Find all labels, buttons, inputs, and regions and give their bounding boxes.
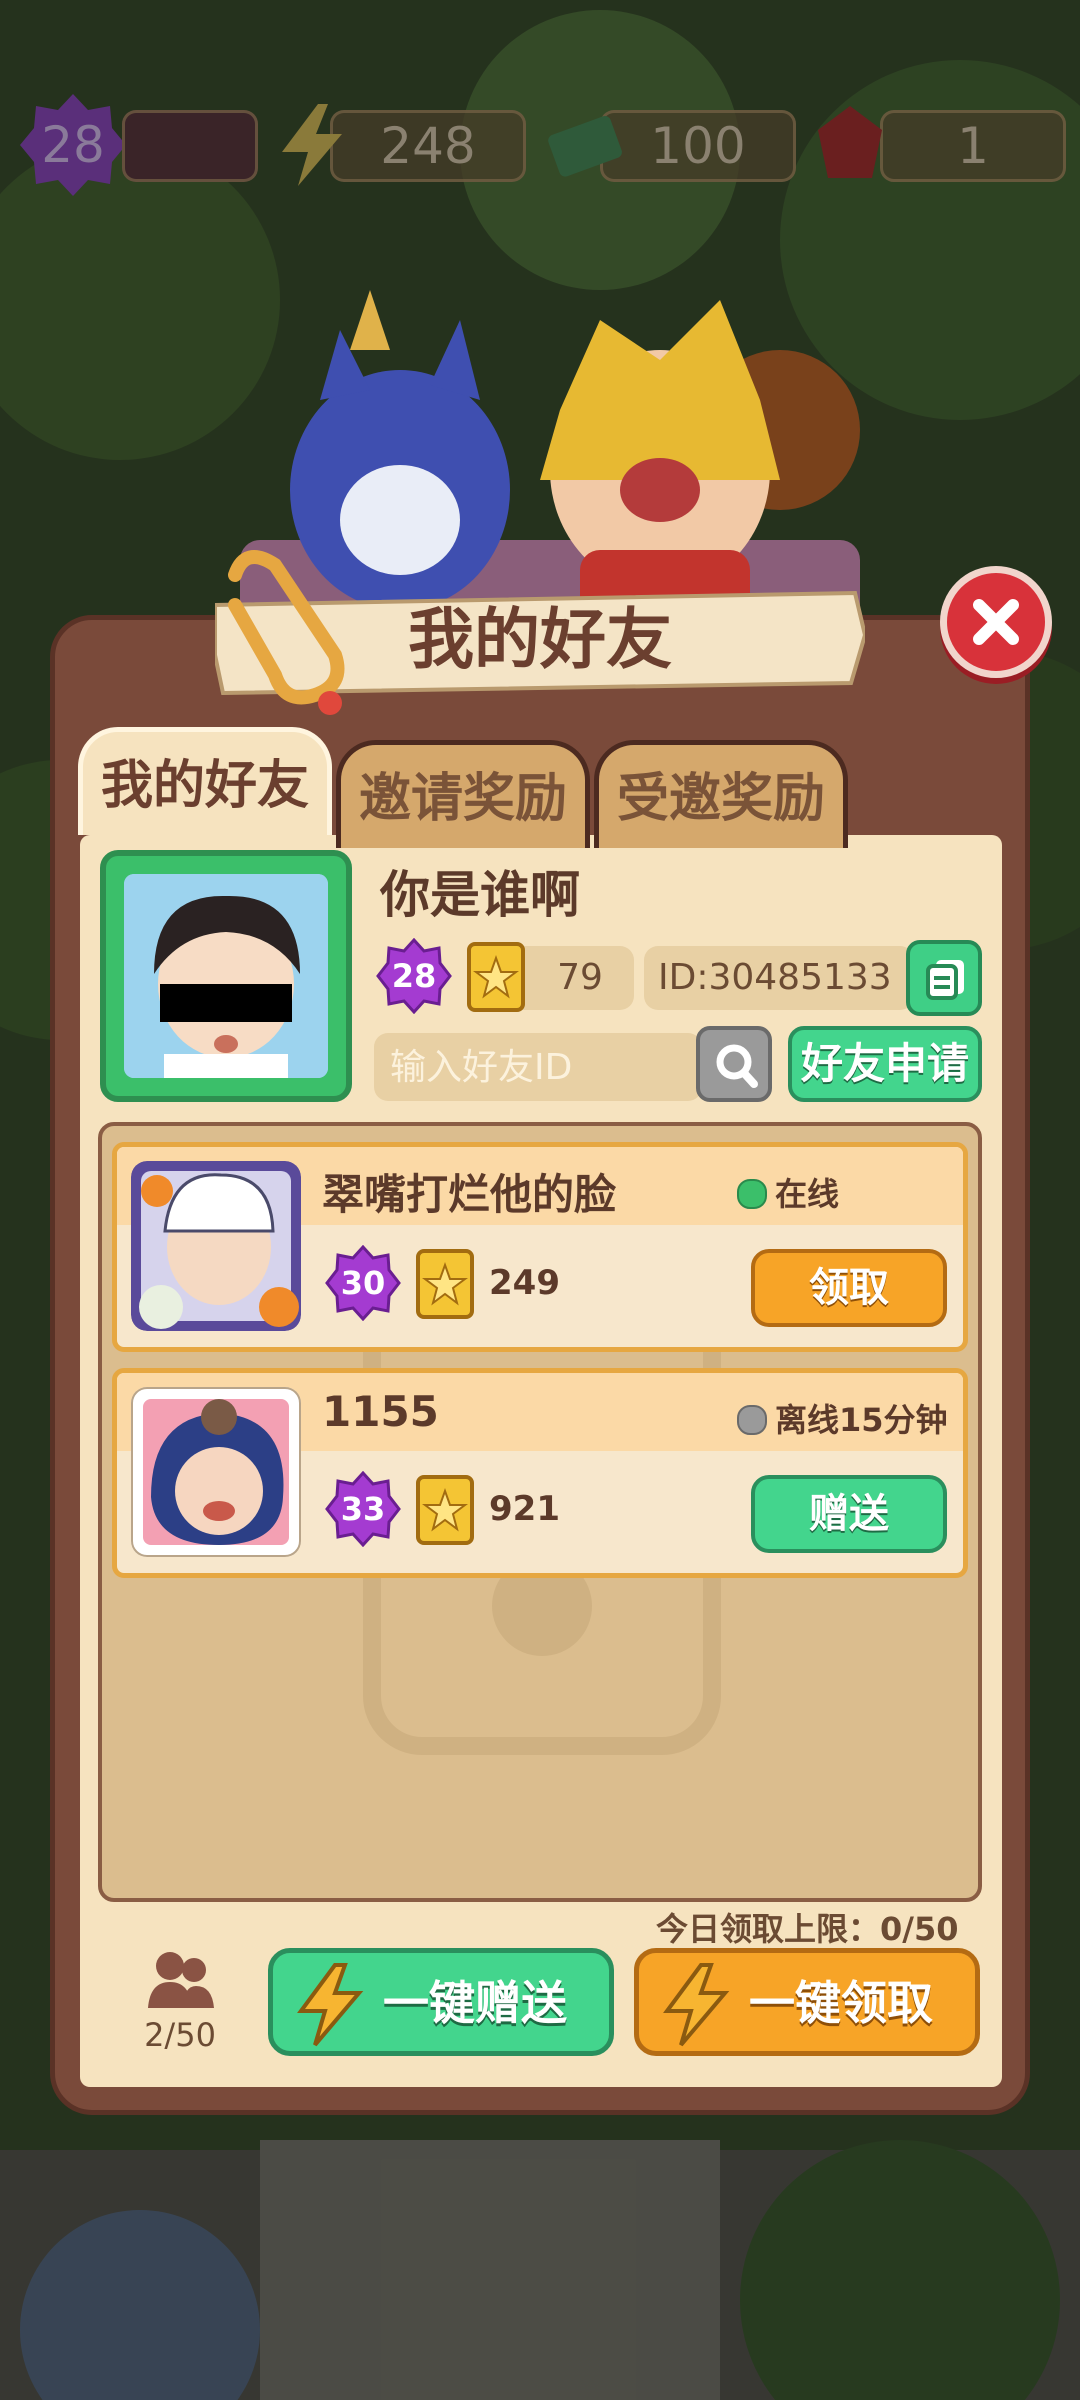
ruby-gem-icon [818,106,882,178]
search-icon [716,1044,758,1088]
friend-status-text: 离线15分钟 [775,1401,948,1439]
friend-card[interactable]: 翠嘴打烂他的脸 在线 30 249 领取 [112,1142,968,1352]
level-progress-bar [122,110,258,182]
friend-count: 2/50 [144,2016,216,2054]
tab-invited-rewards[interactable]: 受邀奖励 [594,740,848,848]
friends-count-icon [148,1952,214,2008]
close-button[interactable] [940,566,1052,678]
star-card-icon [416,1249,474,1319]
friend-status: 在线 [737,1169,839,1215]
dialog-title: 我的好友 [408,601,672,678]
claim-all-button[interactable]: 一键领取 [634,1948,980,2056]
cash-icon [548,116,622,177]
friend-status-text: 在线 [775,1175,840,1213]
my-stars: 79 [557,957,603,998]
claim-all-label: 一键领取 [749,1976,933,2030]
energy-counter[interactable]: 248 [330,110,526,182]
close-icon [973,599,1019,645]
friend-name: 1155 [322,1387,439,1436]
level-value: 28 [41,116,105,174]
friend-status: 离线15分钟 [737,1395,948,1441]
friend-stars: 921 [489,1489,560,1529]
copy-id-button[interactable] [906,940,982,1016]
friend-card[interactable]: 1155 离线15分钟 33 921 赠送 [112,1368,968,1578]
gem-counter[interactable]: 1 [880,110,1066,182]
friend-avatar[interactable] [131,1161,301,1331]
star-card-icon [467,942,525,1012]
copy-icon [926,960,964,1000]
friend-stars: 249 [489,1263,560,1303]
lightning-icon [663,1963,730,2047]
lightning-icon [282,104,342,186]
avatar-portrait [124,874,328,1078]
my-id: ID:30485133 [644,946,914,1010]
offline-status-dot [737,1405,767,1435]
send-all-label: 一键赠送 [383,1976,567,2030]
cash-counter[interactable]: 100 [600,110,796,182]
send-all-button[interactable]: 一键赠送 [268,1948,614,2056]
tab-invite-rewards[interactable]: 邀请奖励 [336,740,590,848]
online-status-dot [737,1179,767,1209]
friend-name: 翠嘴打烂他的脸 [322,1170,617,1219]
star-card-icon [416,1475,474,1545]
claim-button[interactable]: 领取 [751,1249,947,1327]
my-avatar[interactable] [100,850,352,1102]
gift-button[interactable]: 赠送 [751,1475,947,1553]
friend-level: 33 [340,1490,386,1528]
search-button[interactable] [696,1026,772,1102]
daily-claim-limit: 今日领取上限：0/50 [656,1910,959,1948]
lightning-icon [297,1963,364,2047]
friend-level: 30 [340,1264,386,1302]
friend-request-button[interactable]: 好友申请 [788,1026,982,1102]
tab-my-friends[interactable]: 我的好友 [78,727,332,835]
friend-id-input[interactable] [374,1033,702,1101]
my-username: 你是谁啊 [380,866,580,924]
my-level: 28 [391,957,437,995]
friend-avatar[interactable] [131,1387,301,1557]
